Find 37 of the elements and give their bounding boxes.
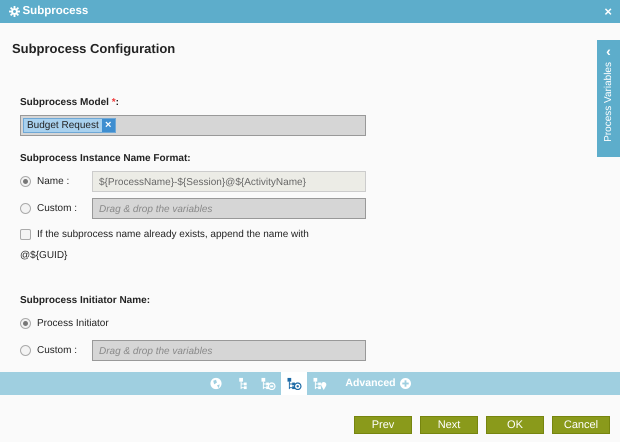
dialog-heading: Subprocess Configuration [12, 40, 176, 58]
side-panel-tab[interactable]: ‹ Process Variables [597, 40, 620, 157]
tag: Budget Request × [23, 118, 116, 132]
radio-button[interactable] [20, 203, 31, 214]
radio-label: Name : [37, 175, 70, 189]
checkbox-label: If the subprocess name already exists, append the name with [37, 228, 309, 242]
variable-drop-field[interactable]: Drag & drop the variables [92, 340, 366, 361]
section-label: Subprocess Instance Name Format: [20, 152, 192, 166]
checkbox[interactable] [20, 228, 31, 240]
radio-label: Custom : [37, 202, 78, 216]
dialog-button[interactable]: Next [420, 416, 478, 434]
toolbar-button[interactable] [281, 372, 308, 395]
field-label: Subprocess Model *: [20, 96, 120, 110]
section-label: Subprocess Initiator Name: [20, 294, 152, 308]
name-format-field[interactable]: ${ProcessName}-${Session}@${ActivityName} [92, 171, 366, 192]
radio-button[interactable] [20, 176, 31, 187]
close-button[interactable]: × [604, 2, 612, 22]
variable-drop-field[interactable]: Drag & drop the variables [92, 198, 366, 219]
checkbox-label: @${GUID} [20, 248, 68, 262]
plus-icon [400, 378, 411, 389]
gear-icon [9, 6, 20, 17]
model-field[interactable]: Budget Request × [20, 114, 366, 136]
hierarchy-target-icon [286, 377, 302, 390]
hierarchy-icon [238, 377, 247, 390]
hierarchy-pin-icon [312, 377, 328, 390]
radio-button[interactable] [20, 345, 31, 356]
dialog-button[interactable]: OK [486, 416, 544, 434]
remove-tag-button[interactable]: × [102, 118, 115, 132]
dialog-button[interactable]: Prev [354, 416, 412, 434]
advanced-button[interactable]: Advanced [339, 372, 417, 395]
radio-label: Process Initiator [37, 317, 109, 331]
radio-button[interactable] [20, 318, 31, 329]
radio-label: Custom : [37, 344, 78, 358]
hierarchy-message-icon [260, 377, 276, 390]
dialog-button[interactable]: Cancel [552, 416, 610, 434]
window-title: Subprocess [22, 4, 88, 19]
globe-icon [208, 377, 224, 390]
